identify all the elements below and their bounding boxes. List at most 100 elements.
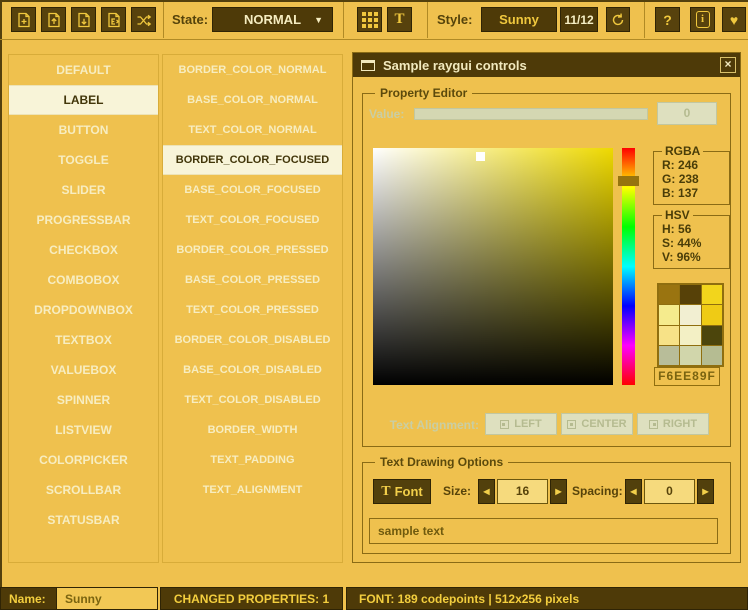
list-item[interactable]: BASE_COLOR_DISABLED: [163, 355, 342, 385]
list-item-selected[interactable]: LABEL: [9, 85, 158, 115]
style-table-image-button[interactable]: [357, 7, 382, 32]
list-item[interactable]: BASE_COLOR_FOCUSED: [163, 175, 342, 205]
style-reload-button[interactable]: [606, 7, 630, 32]
size-increase-button[interactable]: ▶: [550, 479, 567, 504]
spacing-decrease-button[interactable]: ◀: [625, 479, 642, 504]
style-label: Style:: [437, 13, 472, 27]
list-item[interactable]: LISTVIEW: [9, 415, 158, 445]
align-right-button[interactable]: RIGHT: [637, 413, 709, 435]
window-title: Sample raygui controls: [383, 58, 527, 73]
list-item[interactable]: PROGRESSBAR: [9, 205, 158, 235]
list-item[interactable]: BORDER_COLOR_DISABLED: [163, 325, 342, 355]
rgba-title: RGBA: [662, 144, 703, 159]
sponsor-button[interactable]: ♥: [722, 7, 746, 32]
export-file-button[interactable]: [101, 7, 126, 32]
list-item[interactable]: COLORPICKER: [9, 445, 158, 475]
list-item[interactable]: DROPDOWNBOX: [9, 295, 158, 325]
list-item[interactable]: BASE_COLOR_PRESSED: [163, 265, 342, 295]
font-atlas-button[interactable]: T: [387, 7, 412, 32]
list-item[interactable]: TEXT_COLOR_PRESSED: [163, 295, 342, 325]
color-swatch[interactable]: [659, 305, 679, 324]
list-item[interactable]: TEXT_COLOR_FOCUSED: [163, 205, 342, 235]
size-value-box[interactable]: 16: [497, 479, 548, 504]
list-item[interactable]: VALUEBOX: [9, 355, 158, 385]
color-swatch[interactable]: [680, 285, 700, 304]
list-item[interactable]: TOGGLE: [9, 145, 158, 175]
color-swatch[interactable]: [680, 305, 700, 324]
list-item[interactable]: TEXTBOX: [9, 325, 158, 355]
size-label: Size:: [443, 484, 471, 498]
list-item[interactable]: TEXT_COLOR_DISABLED: [163, 385, 342, 415]
save-file-button[interactable]: [71, 7, 96, 32]
list-item[interactable]: CHECKBOX: [9, 235, 158, 265]
style-name-button[interactable]: Sunny: [481, 7, 557, 32]
window-titlebar[interactable]: Sample raygui controls ×: [353, 53, 740, 77]
color-swatch[interactable]: [702, 346, 722, 365]
new-file-icon: [16, 12, 32, 28]
close-icon: ×: [724, 57, 731, 71]
color-swatch[interactable]: [659, 326, 679, 345]
text-alignment-toggle-group: LEFT CENTER RIGHT: [485, 413, 709, 435]
rguistyler-app: State: NORMAL ▼ T Style: Sunny 11/12: [0, 0, 748, 610]
list-item[interactable]: SCROLLBAR: [9, 475, 158, 505]
info-icon: i: [696, 11, 710, 28]
hue-slider-handle[interactable]: [618, 176, 639, 186]
color-picker-panel[interactable]: [373, 148, 613, 385]
size-decrease-button[interactable]: ◀: [478, 479, 495, 504]
list-item-selected[interactable]: BORDER_COLOR_FOCUSED: [163, 145, 342, 175]
align-center-button[interactable]: CENTER: [561, 413, 633, 435]
hue-slider[interactable]: [622, 148, 635, 385]
chevron-down-icon: ▼: [314, 15, 323, 25]
sample-controls-window: Sample raygui controls × Property Editor…: [352, 52, 741, 563]
color-swatch[interactable]: [702, 305, 722, 324]
list-item[interactable]: TEXT_COLOR_NORMAL: [163, 115, 342, 145]
color-swatch[interactable]: [702, 285, 722, 304]
style-name-status-label: Name:: [0, 587, 57, 610]
list-item[interactable]: SLIDER: [9, 175, 158, 205]
randomize-style-button[interactable]: [131, 7, 156, 32]
spacing-increase-button[interactable]: ▶: [697, 479, 714, 504]
value-box[interactable]: 0: [657, 102, 717, 125]
help-icon: ?: [663, 13, 672, 27]
font-button[interactable]: T Font: [373, 479, 431, 504]
close-button[interactable]: ×: [720, 57, 736, 73]
value-slider[interactable]: [414, 108, 648, 120]
about-button[interactable]: i: [690, 7, 715, 32]
window-icon: [361, 60, 375, 71]
color-swatch[interactable]: [680, 346, 700, 365]
spacing-value-box[interactable]: 0: [644, 479, 695, 504]
sample-text-input[interactable]: sample text: [369, 518, 718, 544]
state-dropdown[interactable]: NORMAL ▼: [212, 7, 333, 32]
list-item[interactable]: BORDER_COLOR_PRESSED: [163, 235, 342, 265]
list-item[interactable]: TEXT_PADDING: [163, 445, 342, 475]
color-swatch[interactable]: [659, 346, 679, 365]
rgba-group: RGBA R: 246 G: 238 B: 137: [653, 151, 730, 205]
list-item[interactable]: TEXT_ALIGNMENT: [163, 475, 342, 505]
hex-value-input[interactable]: F6EE89F: [654, 367, 720, 386]
list-item[interactable]: BASE_COLOR_NORMAL: [163, 85, 342, 115]
list-item[interactable]: STATUSBAR: [9, 505, 158, 535]
open-file-button[interactable]: [41, 7, 66, 32]
align-left-button[interactable]: LEFT: [485, 413, 557, 435]
text-alignment-label: Text Alignment:: [383, 418, 479, 432]
list-item[interactable]: BORDER_WIDTH: [163, 415, 342, 445]
list-item[interactable]: COMBOBOX: [9, 265, 158, 295]
list-item[interactable]: SPINNER: [9, 385, 158, 415]
export-file-icon: [106, 12, 122, 28]
heart-icon: ♥: [730, 13, 738, 27]
style-name-input[interactable]: Sunny: [57, 587, 158, 610]
state-dropdown-value: NORMAL: [244, 12, 301, 27]
state-label: State:: [172, 13, 208, 27]
style-name-value: Sunny: [499, 12, 539, 27]
toolbar-divider: [427, 2, 428, 38]
new-file-button[interactable]: [11, 7, 36, 32]
arrow-right-icon: ▶: [702, 487, 708, 496]
list-item[interactable]: BORDER_COLOR_NORMAL: [163, 55, 342, 85]
color-swatch[interactable]: [659, 285, 679, 304]
help-button[interactable]: ?: [655, 7, 680, 32]
list-item[interactable]: DEFAULT: [9, 55, 158, 85]
color-swatch[interactable]: [680, 326, 700, 345]
list-item[interactable]: BUTTON: [9, 115, 158, 145]
color-swatch[interactable]: [702, 326, 722, 345]
color-picker-cursor[interactable]: [476, 152, 485, 161]
